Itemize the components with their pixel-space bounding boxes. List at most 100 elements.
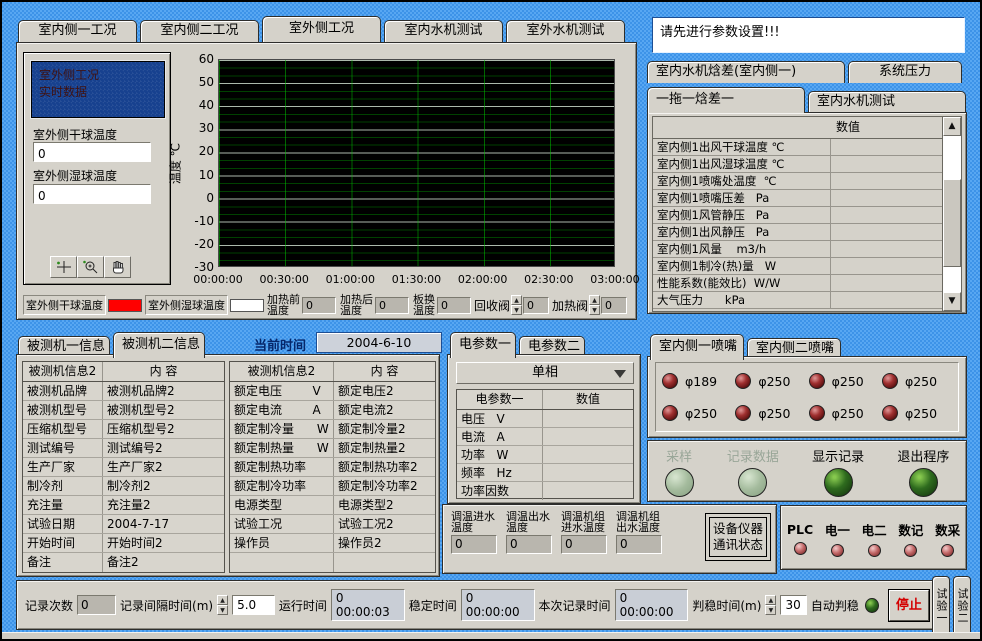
nozzle-tab[interactable]: 室内侧一喷嘴 — [650, 334, 744, 360]
top-tab[interactable]: 室外侧工况 — [262, 16, 381, 42]
row-label: 额定制热功率 — [230, 458, 334, 476]
record-count-label: 记录次数 — [25, 597, 73, 614]
action-button-led[interactable] — [909, 468, 938, 497]
row-label: 额定制冷量 W — [230, 420, 334, 438]
right-tab[interactable]: 系统压力 — [848, 61, 962, 83]
row-value: 制冷剂2 — [103, 477, 224, 495]
measurement-value — [831, 224, 943, 240]
valve-spinner[interactable]: ▲▼ — [511, 295, 522, 315]
measurement-row[interactable]: 室内侧1制冷(热)量 W — [653, 258, 943, 275]
experiment-tab[interactable]: 试验二 — [953, 576, 971, 634]
unit-tab-label: 被测机二信息 — [122, 337, 200, 352]
water-value: 0 — [451, 535, 497, 554]
experiment-tab[interactable]: 试验一 — [932, 576, 950, 634]
zoom-tool-icon[interactable] — [77, 256, 104, 278]
phase-dropdown[interactable]: 单相 — [456, 362, 634, 384]
judge-time-label: 判稳时间(m) — [692, 597, 761, 614]
field-value: 0 — [437, 297, 471, 314]
auto-judge-led — [865, 598, 879, 613]
top-tab[interactable]: 室外水机测试 — [506, 20, 625, 42]
measurement-row[interactable]: 室内侧1出风静压 Pa — [653, 224, 943, 241]
device-comm-status-button[interactable]: 设备仪器 通讯状态 — [705, 513, 771, 561]
measurement-row[interactable]: 室内侧1喷嘴处温度 ℃ — [653, 173, 943, 190]
unit-info-panel: 被测机信息2 内 容 被测机品牌 被测机品牌2 被测机型号 被测机型号2 — [16, 354, 440, 577]
nozzle-label: φ250 — [758, 374, 790, 389]
power-table: 电参数一 数值 电压 V 电流 A 功率 — [456, 389, 634, 499]
row-label: 被测机品牌 — [23, 382, 103, 400]
nozzle-label: φ250 — [832, 406, 864, 421]
action-button[interactable]: 记录数据 — [727, 446, 779, 497]
top-tab[interactable]: 室内侧一工况 — [18, 20, 137, 42]
nozzle-indicator[interactable]: φ250 — [735, 373, 805, 389]
measurement-label: 大气压力 kPa — [653, 292, 831, 308]
row-value: 开始时间2 — [103, 534, 224, 552]
y-tick: 30 — [180, 121, 214, 135]
measurement-row[interactable]: 大气压力 kPa — [653, 292, 943, 309]
crosshair-tool-icon[interactable] — [50, 256, 77, 278]
record-time-value: 0 00:00:00 — [615, 589, 689, 621]
interval-value[interactable]: 5.0 — [232, 595, 275, 615]
nozzle-indicator[interactable]: φ250 — [882, 405, 952, 421]
x-tick: 03:00:00 — [584, 273, 646, 286]
judge-spinner[interactable]: ▲▼ — [765, 595, 776, 615]
measurement-row[interactable]: 室内侧1喷嘴压差 Pa — [653, 190, 943, 207]
nozzle-indicator[interactable]: φ250 — [809, 405, 879, 421]
row-label: 频率 Hz — [457, 464, 543, 481]
measurement-row[interactable]: 室内侧1出风干球温度 ℃ — [653, 139, 943, 156]
action-button[interactable]: 显示记录 — [812, 446, 864, 497]
legend-entry[interactable]: 室外侧湿球温度 — [145, 295, 264, 315]
nozzle-indicator[interactable]: φ189 — [662, 373, 732, 389]
table-row: 额定制冷功率 额定制冷功率2 — [230, 477, 435, 496]
valve-value[interactable]: 0 — [601, 297, 627, 314]
comm-status-item: PLC — [787, 522, 813, 555]
top-tab-label: 室外水机测试 — [526, 23, 604, 38]
measurement-value — [831, 190, 943, 206]
row-label — [230, 553, 334, 572]
nozzle-indicator[interactable]: φ250 — [662, 405, 732, 421]
measurement-row[interactable]: 性能系数(能效比) W/W — [653, 275, 943, 292]
row-label: 备注 — [23, 553, 103, 572]
table-scrollbar[interactable]: ▲ ▼ — [942, 116, 962, 312]
nozzle-indicator[interactable]: φ250 — [809, 373, 879, 389]
pan-tool-icon[interactable] — [104, 256, 131, 278]
power-tab[interactable]: 电参数一 — [450, 332, 516, 358]
legend-entry[interactable]: 室外侧干球温度 — [23, 295, 142, 315]
action-button[interactable]: 退出程序 — [897, 446, 949, 497]
action-button-led[interactable] — [665, 468, 694, 497]
action-button-led[interactable] — [738, 468, 767, 497]
row-label: 额定制热量 W — [230, 439, 334, 457]
measurement-row[interactable]: 室内侧1出风湿球温度 ℃ — [653, 156, 943, 173]
nozzle-indicator[interactable]: φ250 — [882, 373, 952, 389]
scroll-thumb[interactable] — [943, 179, 961, 267]
measurement-value — [831, 275, 943, 291]
action-button[interactable]: 采样 — [665, 446, 694, 497]
measurement-value — [831, 241, 943, 257]
scroll-up-icon[interactable]: ▲ — [943, 117, 961, 136]
measurement-row[interactable]: 室内侧1风管静压 Pa — [653, 207, 943, 224]
interval-spinner[interactable]: ▲▼ — [217, 595, 228, 615]
temperature-plot-area[interactable] — [218, 59, 615, 267]
valve-spinner[interactable]: ▲▼ — [589, 295, 600, 315]
nozzle-led — [735, 405, 751, 421]
scroll-down-icon[interactable]: ▼ — [943, 292, 961, 311]
header-value: 数值 — [831, 117, 943, 138]
judge-time-value[interactable]: 30 — [780, 595, 806, 615]
measurement-row[interactable]: 室内侧1风量 m3/h — [653, 241, 943, 258]
right-tab[interactable]: 一拖一焓差一 — [647, 87, 805, 113]
action-button-led[interactable] — [824, 468, 853, 497]
top-tab[interactable]: 室内侧二工况 — [140, 20, 259, 42]
right-tab[interactable]: 室内水机焓差(室内侧一) — [647, 61, 845, 83]
valve-value[interactable]: 0 — [523, 297, 549, 314]
unit-tab[interactable]: 被测机二信息 — [113, 332, 205, 358]
right-tab[interactable]: 室内水机测试 — [808, 91, 966, 113]
stop-button[interactable]: 停止 — [889, 590, 929, 621]
nozzle-led-grid: φ189 φ250 φ250 φ250 — [655, 362, 959, 432]
top-tab-label: 室内侧二工况 — [160, 23, 238, 38]
top-tab[interactable]: 室内水机测试 — [384, 20, 503, 42]
y-tick: -30 — [180, 260, 214, 274]
nozzle-label: φ189 — [685, 374, 717, 389]
spin-down-icon: ▼ — [589, 305, 600, 315]
nozzle-indicator[interactable]: φ250 — [735, 405, 805, 421]
x-axis-ticks: 00:00:0000:30:0001:00:0001:30:0002:00:00… — [187, 273, 646, 286]
row-value — [334, 553, 435, 572]
